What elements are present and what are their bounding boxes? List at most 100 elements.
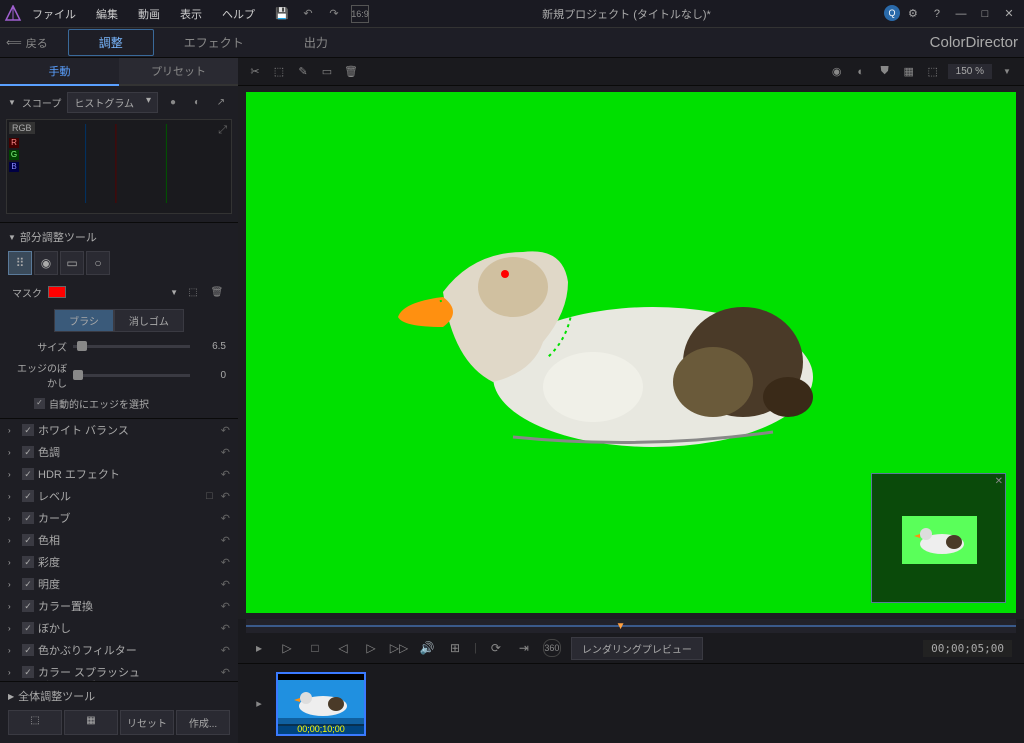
adjust-color-replace[interactable]: ›✓カラー置換↶ bbox=[0, 595, 238, 617]
checkbox-icon[interactable]: ✓ bbox=[34, 398, 45, 409]
create-button[interactable]: 作成... bbox=[176, 710, 230, 735]
global-tools-label: 全体調整ツール bbox=[18, 688, 95, 704]
size-value: 6.5 bbox=[196, 341, 226, 352]
subtab-manual[interactable]: 手動 bbox=[0, 58, 119, 86]
cut-icon[interactable]: ✂ bbox=[246, 63, 264, 81]
brand-label: ColorDirector bbox=[930, 34, 1018, 51]
pen-icon[interactable]: ✎ bbox=[294, 63, 312, 81]
mask-tool-radial[interactable]: ◉ bbox=[34, 251, 58, 275]
mask-tool-gradient[interactable]: ▭ bbox=[60, 251, 84, 275]
eraser-mode[interactable]: 消しゴム bbox=[114, 309, 184, 332]
back-icon[interactable]: ⟸ bbox=[6, 36, 22, 49]
adjust-colorcast[interactable]: ›✓色かぶりフィルター↶ bbox=[0, 639, 238, 661]
chevron-down-icon[interactable]: ▼ bbox=[170, 288, 178, 297]
adjustments-list: ›✓ホワイト バランス↶ ›✓色調↶ ›✓HDR エフェクト↶ ›✓レベル□↶ … bbox=[0, 419, 238, 681]
picture-in-picture[interactable]: ✕ bbox=[871, 473, 1006, 603]
tab-output[interactable]: 出力 bbox=[274, 30, 358, 55]
adjust-curves[interactable]: ›✓カーブ↶ bbox=[0, 507, 238, 529]
project-title: 新規プロジェクト (タイトルなし)* bbox=[542, 6, 711, 22]
undo-icon[interactable]: ↶ bbox=[299, 5, 317, 23]
clip-duration: 00;00;10;00 bbox=[278, 724, 364, 734]
scope-type-dropdown[interactable]: ヒストグラム▾ bbox=[67, 92, 158, 113]
volume-icon[interactable]: 🔊 bbox=[418, 639, 436, 657]
preview-area: ✂ ⬚ ✎ ▭ 🗑 ◉ ◐ ⛊ ▦ ⬚ 150 % ▼ bbox=[238, 58, 1024, 743]
icon-button-2[interactable]: ▦ bbox=[64, 710, 118, 735]
dot2-icon[interactable]: ◐ bbox=[852, 63, 870, 81]
settings-icon[interactable]: ⚙ bbox=[902, 5, 924, 23]
timeline-scrubber[interactable]: ▼ bbox=[246, 619, 1016, 633]
chevron-down-icon[interactable]: ▼ bbox=[8, 98, 16, 107]
reset-button[interactable]: リセット bbox=[120, 710, 174, 735]
chevron-down-icon[interactable]: ▼ bbox=[998, 63, 1016, 81]
rect-icon[interactable]: ▭ bbox=[318, 63, 336, 81]
grid-icon[interactable]: ▦ bbox=[900, 63, 918, 81]
feather-slider[interactable] bbox=[73, 374, 190, 377]
maximize-button[interactable]: □ bbox=[974, 5, 996, 23]
feedback-icon[interactable]: Q bbox=[884, 5, 900, 21]
back-label[interactable]: 戻る bbox=[26, 35, 48, 51]
mask-select-icon[interactable]: ⬚ bbox=[184, 283, 202, 301]
loop-icon[interactable]: ⟳ bbox=[487, 639, 505, 657]
chevron-down-icon[interactable]: ▼ bbox=[8, 233, 16, 242]
adjust-hue[interactable]: ›✓色相↶ bbox=[0, 529, 238, 551]
range-icon[interactable]: ⇥ bbox=[515, 639, 533, 657]
fast-icon[interactable]: ▷▷ bbox=[390, 639, 408, 657]
scope-color-icon[interactable]: ● bbox=[164, 94, 182, 112]
trash-icon[interactable]: 🗑 bbox=[208, 283, 226, 301]
360-icon[interactable]: 360 bbox=[543, 639, 561, 657]
adjust-hdr[interactable]: ›✓HDR エフェクト↶ bbox=[0, 463, 238, 485]
save-icon[interactable]: 💾 bbox=[273, 5, 291, 23]
mask-tool-circle[interactable]: ○ bbox=[86, 251, 110, 275]
adjust-white-balance[interactable]: ›✓ホワイト バランス↶ bbox=[0, 419, 238, 441]
trash-icon[interactable]: 🗑 bbox=[342, 63, 360, 81]
adjust-tone[interactable]: ›✓色調↶ bbox=[0, 441, 238, 463]
tab-effect[interactable]: エフェクト bbox=[154, 30, 274, 55]
close-button[interactable]: ✕ bbox=[998, 5, 1020, 23]
app-logo bbox=[4, 5, 22, 23]
render-preview-button[interactable]: レンダリングプレビュー bbox=[571, 637, 703, 660]
menu-view[interactable]: 表示 bbox=[170, 2, 212, 26]
dot1-icon[interactable]: ◉ bbox=[828, 63, 846, 81]
histogram-display: RGB R G B ⤢ bbox=[6, 119, 232, 214]
chevron-right-icon[interactable]: ▶ bbox=[8, 692, 14, 701]
icon-button-1[interactable]: ⬚ bbox=[8, 710, 62, 735]
frame-icon[interactable]: ▸ bbox=[250, 639, 268, 657]
tab-adjust[interactable]: 調整 bbox=[68, 29, 154, 56]
play-icon[interactable]: ▷ bbox=[278, 639, 296, 657]
adjust-levels[interactable]: ›✓レベル□↶ bbox=[0, 485, 238, 507]
minimize-button[interactable]: — bbox=[950, 5, 972, 23]
scope-expand-icon[interactable]: ↗ bbox=[212, 94, 230, 112]
adjust-blur[interactable]: ›✓ぼかし↶ bbox=[0, 617, 238, 639]
tray-toggle-icon[interactable]: ▸ bbox=[250, 695, 268, 713]
menu-edit[interactable]: 編集 bbox=[86, 2, 128, 26]
menu-file[interactable]: ファイル bbox=[22, 2, 86, 26]
redo-icon[interactable]: ↷ bbox=[325, 5, 343, 23]
texture-icon[interactable]: ⬚ bbox=[270, 63, 288, 81]
topbar: ⟸ 戻る 調整 エフェクト 出力 ColorDirector bbox=[0, 28, 1024, 58]
menu-help[interactable]: ヘルプ bbox=[212, 2, 265, 26]
sidebar: 手動 プリセット ▼ スコープ ヒストグラム▾ ● ◐ ↗ RGB R G B … bbox=[0, 58, 238, 743]
zoom-display[interactable]: 150 % bbox=[948, 64, 992, 79]
brush-mode[interactable]: ブラシ bbox=[54, 309, 114, 332]
stop-icon[interactable]: □ bbox=[306, 639, 324, 657]
help-icon[interactable]: ? bbox=[926, 5, 948, 23]
next-icon[interactable]: ▷ bbox=[362, 639, 380, 657]
menu-video[interactable]: 動画 bbox=[128, 2, 170, 26]
scope-toggle-icon[interactable]: ◐ bbox=[188, 94, 206, 112]
playhead[interactable]: ▼ bbox=[616, 621, 626, 631]
size-label: サイズ bbox=[12, 339, 67, 354]
grid-icon[interactable]: ⊞ bbox=[446, 639, 464, 657]
adjust-saturation[interactable]: ›✓彩度↶ bbox=[0, 551, 238, 573]
close-icon[interactable]: ✕ bbox=[995, 476, 1003, 487]
adjust-lightness[interactable]: ›✓明度↶ bbox=[0, 573, 238, 595]
aspect-icon[interactable]: 16:9 bbox=[351, 5, 369, 23]
preview-canvas[interactable]: ✕ bbox=[238, 86, 1024, 619]
monitor-icon[interactable]: ⬚ bbox=[924, 63, 942, 81]
shield-icon[interactable]: ⛊ bbox=[876, 63, 894, 81]
size-slider[interactable] bbox=[73, 345, 190, 348]
clip-thumbnail[interactable]: 00;00;10;00 bbox=[276, 672, 366, 736]
mask-color-swatch[interactable] bbox=[48, 286, 66, 298]
mask-tool-brush[interactable]: ⠿ bbox=[8, 251, 32, 275]
subtab-preset[interactable]: プリセット bbox=[119, 58, 238, 86]
prev-icon[interactable]: ◁ bbox=[334, 639, 352, 657]
